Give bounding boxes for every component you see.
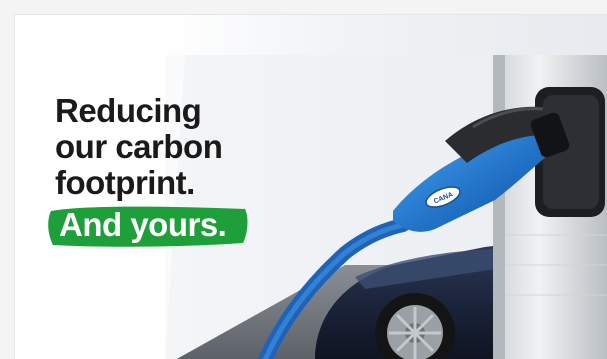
headline-line-1: Reducing (55, 92, 202, 129)
headline-line-3: footprint. (55, 164, 195, 201)
promo-banner: CANA Reducing our carbon footprint. And … (14, 14, 607, 359)
headline: Reducing our carbon footprint. (55, 93, 275, 201)
headline-highlight: And yours. (59, 206, 227, 243)
page-background: CANA Reducing our carbon footprint. And … (0, 0, 607, 359)
headline-line-2: our carbon (55, 128, 223, 165)
